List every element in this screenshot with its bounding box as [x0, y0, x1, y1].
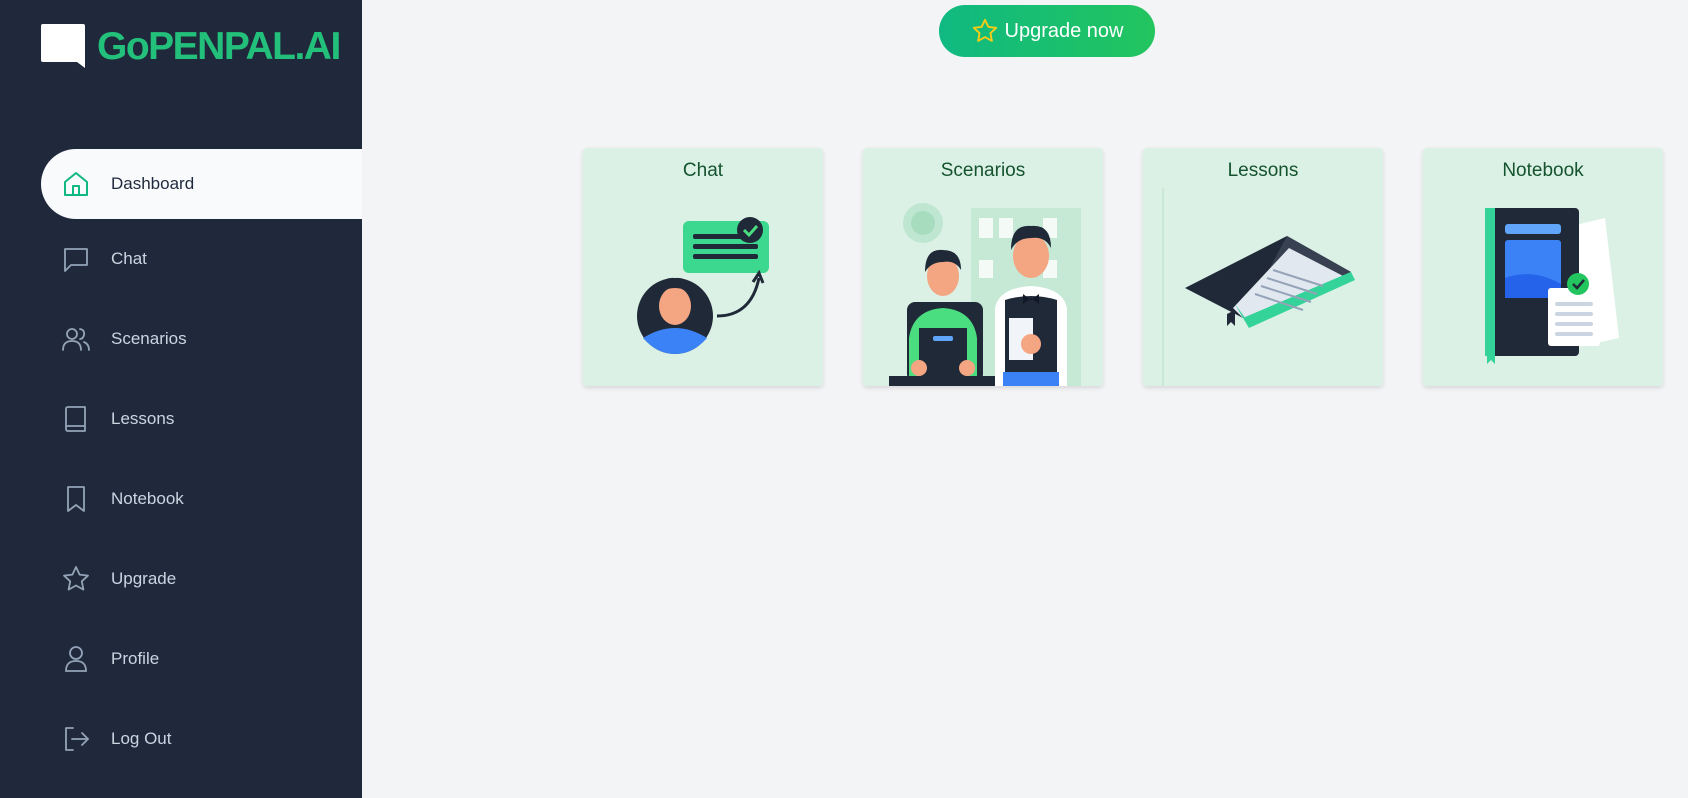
sidebar-item-label: Profile [111, 649, 160, 668]
home-icon [64, 172, 88, 196]
sidebar-item-label: Lessons [111, 409, 175, 428]
sidebar-item-chat[interactable]: Chat [41, 224, 362, 294]
brand-name: GoPENPAL.AI [97, 25, 341, 68]
user-icon [65, 646, 87, 672]
card-title: Lessons [1227, 160, 1299, 181]
sidebar-item-scenarios[interactable]: Scenarios [41, 304, 362, 374]
sidebar-item-logout[interactable]: Log Out [41, 704, 362, 774]
scenarios-illustration [889, 203, 1081, 386]
sidebar-item-label: Log Out [111, 729, 172, 748]
book-icon [65, 406, 86, 432]
upgrade-now-label: Upgrade now [1004, 19, 1124, 42]
sidebar-item-label: Upgrade [111, 569, 177, 588]
chat-bubble-icon [64, 248, 88, 272]
speech-bubble-logo-icon [41, 24, 85, 68]
sidebar-item-notebook[interactable]: Notebook [41, 464, 362, 534]
sidebar-item-label: Notebook [111, 489, 184, 508]
sidebar-item-dashboard[interactable]: Dashboard [41, 149, 362, 219]
chat-illustration [637, 217, 769, 354]
sidebar-item-label: Dashboard [111, 174, 195, 193]
star-icon [63, 566, 89, 591]
sidebar-item-label: Chat [111, 249, 147, 268]
notebook-illustration [1485, 208, 1619, 364]
card-notebook[interactable]: Notebook [1423, 148, 1663, 386]
card-lessons[interactable]: Lessons [1143, 148, 1383, 386]
card-title: Notebook [1502, 160, 1584, 181]
card-scenarios[interactable]: Scenarios [863, 148, 1103, 386]
card-title: Chat [682, 160, 724, 181]
star-icon [972, 18, 997, 42]
open-book-illustration [1162, 188, 1355, 386]
bookmark-icon [67, 486, 85, 512]
sidebar-item-profile[interactable]: Profile [41, 624, 362, 694]
sidebar-item-upgrade[interactable]: Upgrade [41, 544, 362, 614]
logout-icon [65, 727, 89, 751]
logo[interactable]: GoPENPAL.AI [41, 24, 341, 70]
sidebar-item-lessons[interactable]: Lessons [41, 384, 362, 454]
sidebar-item-label: Scenarios [111, 329, 187, 348]
card-title: Scenarios [940, 160, 1026, 181]
users-icon [62, 328, 90, 351]
upgrade-now-button[interactable]: Upgrade now [939, 5, 1155, 57]
card-chat[interactable]: Chat [583, 148, 823, 386]
sidebar: GoPENPAL.AI Dashboard Chat Scenarios Les… [0, 0, 362, 798]
